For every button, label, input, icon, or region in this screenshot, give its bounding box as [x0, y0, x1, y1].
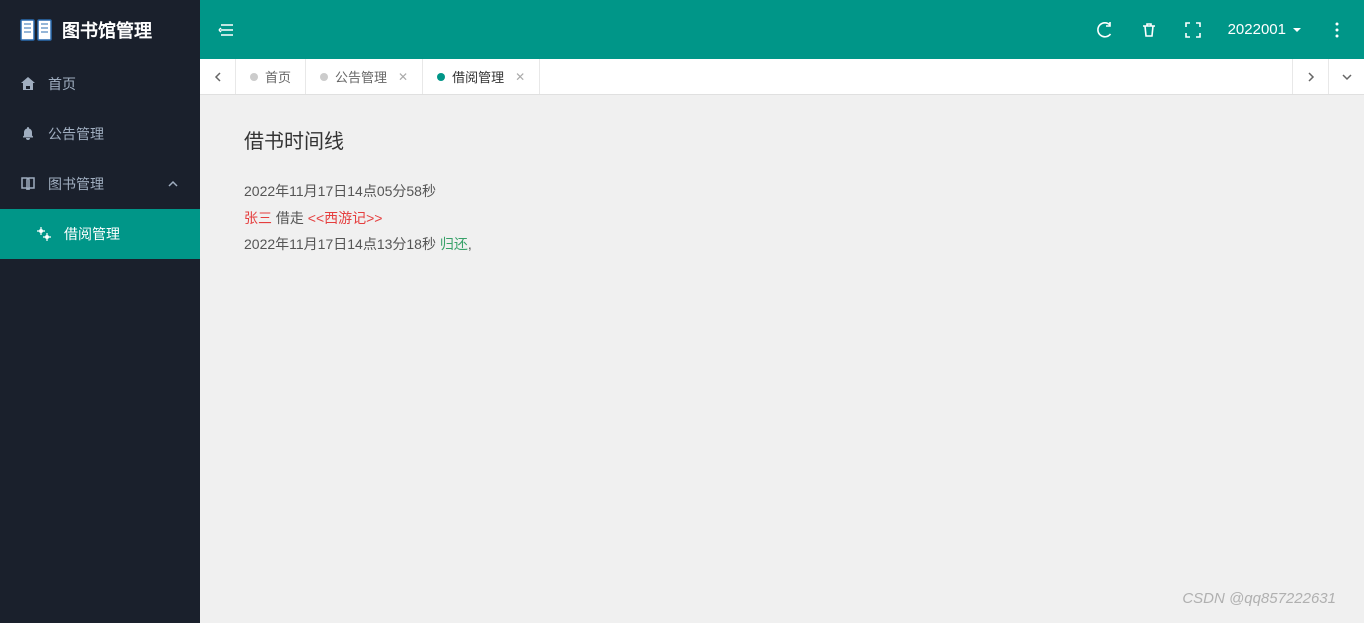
home-icon — [20, 76, 36, 92]
topbar: 2022001 — [200, 0, 1364, 59]
sidebar-item-label: 图书管理 — [48, 174, 166, 194]
book-logo-icon — [20, 18, 52, 42]
close-icon[interactable]: ✕ — [515, 70, 525, 84]
content-area: 借书时间线 2022年11月17日14点05分58秒 张三 借走 <<西游记>>… — [200, 95, 1364, 623]
sidebar-nav: 首页 公告管理 图书管理 借阅管理 — [0, 59, 200, 623]
tab-dot-icon — [250, 73, 258, 81]
borrow-line: 张三 借走 <<西游记>> — [244, 205, 1320, 232]
tab-notice[interactable]: 公告管理 ✕ — [306, 59, 423, 94]
sidebar-item-label: 首页 — [48, 74, 180, 94]
refresh-icon[interactable] — [1096, 21, 1114, 39]
topbar-left — [218, 21, 1096, 39]
page-title: 借书时间线 — [244, 125, 1320, 154]
return-line: 2022年11月17日14点13分18秒 归还, — [244, 231, 1320, 258]
sidebar-item-borrow-manage[interactable]: 借阅管理 — [0, 209, 200, 259]
trailing-comma: , — [468, 236, 472, 252]
sidebar-item-label: 公告管理 — [48, 124, 180, 144]
watermark: CSDN @qq857222631 — [1182, 590, 1336, 607]
fullscreen-icon[interactable] — [1184, 21, 1202, 39]
sidebar-item-book-manage[interactable]: 图书管理 — [0, 159, 200, 209]
tab-borrow[interactable]: 借阅管理 ✕ — [423, 59, 540, 94]
timeline-entry: 2022年11月17日14点05分58秒 张三 借走 <<西游记>> 2022年… — [244, 178, 1320, 258]
tabs-container: 首页 公告管理 ✕ 借阅管理 ✕ — [236, 59, 1292, 94]
borrower-name: 张三 — [244, 210, 272, 226]
tab-scroll-left[interactable] — [200, 59, 236, 94]
more-vertical-icon[interactable] — [1328, 21, 1346, 39]
sidebar-item-home[interactable]: 首页 — [0, 59, 200, 109]
book-icon — [20, 176, 36, 192]
user-menu[interactable]: 2022001 — [1228, 21, 1302, 38]
sidebar: 图书馆管理 首页 公告管理 图书管理 — [0, 0, 200, 623]
sidebar-item-label: 借阅管理 — [64, 224, 180, 244]
trash-icon[interactable] — [1140, 21, 1158, 39]
borrow-time: 2022年11月17日14点05分58秒 — [244, 178, 1320, 205]
user-name: 2022001 — [1228, 21, 1286, 38]
tab-dropdown[interactable] — [1328, 59, 1364, 94]
tab-home[interactable]: 首页 — [236, 59, 306, 94]
chevron-up-icon — [166, 177, 180, 191]
return-time: 2022年11月17日14点13分18秒 — [244, 236, 436, 252]
tab-dot-icon — [437, 73, 445, 81]
close-icon[interactable]: ✕ — [398, 70, 408, 84]
tab-scroll-right[interactable] — [1292, 59, 1328, 94]
tab-label: 首页 — [265, 67, 291, 86]
action-return: 归还 — [440, 236, 468, 252]
logo: 图书馆管理 — [0, 0, 200, 59]
cogs-icon — [36, 226, 52, 242]
sidebar-item-notice[interactable]: 公告管理 — [0, 109, 200, 159]
caret-down-icon — [1292, 25, 1302, 35]
app-title: 图书馆管理 — [62, 17, 152, 43]
topbar-right: 2022001 — [1096, 21, 1346, 39]
tabs-bar: 首页 公告管理 ✕ 借阅管理 ✕ — [200, 59, 1364, 95]
tab-label: 借阅管理 — [452, 67, 504, 86]
tab-label: 公告管理 — [335, 67, 387, 86]
book-name: <<西游记>> — [308, 210, 383, 226]
menu-toggle-icon[interactable] — [218, 21, 236, 39]
bell-icon — [20, 126, 36, 142]
action-borrow: 借走 — [276, 210, 304, 226]
tab-dot-icon — [320, 73, 328, 81]
main-area: 2022001 首页 — [200, 0, 1364, 623]
